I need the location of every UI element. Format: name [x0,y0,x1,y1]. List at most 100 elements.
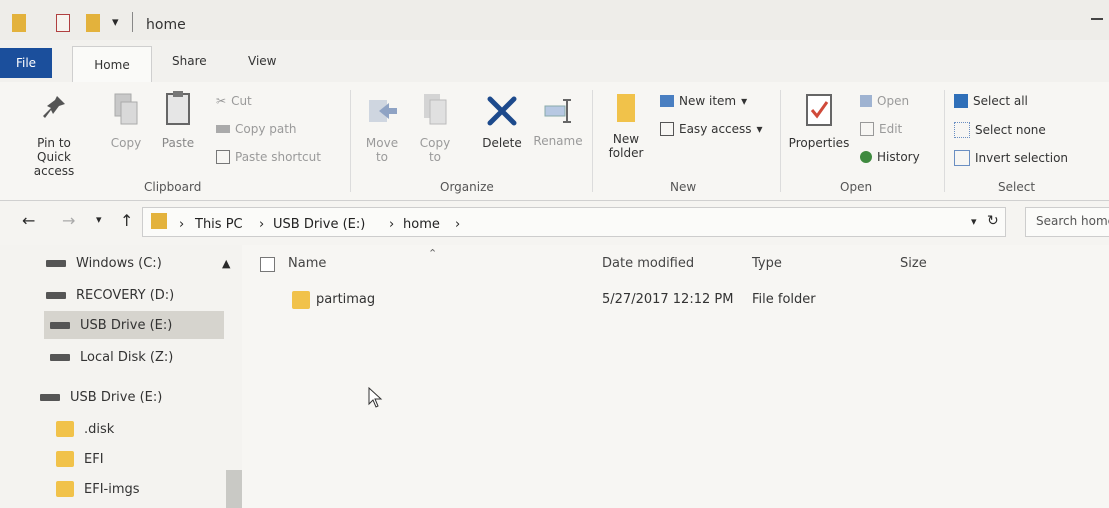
ribbon-separator [780,90,781,192]
file-type: File folder [752,292,816,307]
chevron-down-icon: ▾ [756,122,763,136]
history-icon [860,151,872,163]
nav-scroll-up-icon[interactable]: ▲ [222,257,230,270]
address-bar-area: ← → ▾ ↑ › This PC › USB Drive (E:) › hom… [0,201,1109,245]
history-button[interactable]: History [860,150,920,164]
quick-access-dropdown-icon[interactable]: ▾ [112,15,119,30]
window-title: home [146,17,186,33]
refresh-icon[interactable]: ↻ [987,213,999,229]
ribbon-separator [944,90,945,192]
edit-button[interactable]: Edit [860,122,902,136]
mouse-cursor-icon [368,387,383,408]
recent-locations-icon[interactable]: ▾ [96,213,102,226]
scissors-icon: ✂ [216,94,227,108]
nav-item-efi-imgs[interactable]: EFI-imgs [56,475,140,503]
file-list: ⌃ Name Date modified Type Size partimag … [242,245,1109,508]
column-header-size[interactable]: Size [900,256,927,271]
move-to-button[interactable]: Move to [358,94,406,164]
open-button[interactable]: Open [860,94,909,108]
file-name[interactable]: partimag [316,292,375,307]
minimize-button[interactable] [1091,18,1103,20]
navigation-pane: Windows (C:) ▲ RECOVERY (D:) USB Drive (… [0,245,242,508]
table-row[interactable]: partimag 5/27/2017 12:12 PM File folder [242,289,1102,313]
up-arrow-icon[interactable]: ↑ [120,211,133,230]
breadcrumb-usb-drive[interactable]: USB Drive (E:) [273,217,365,232]
tab-view[interactable]: View [248,54,276,68]
nav-item-usb-drive-e-root[interactable]: USB Drive (E:) [40,383,162,411]
pin-to-quick-access-button[interactable]: Pin to Quick access [6,92,102,178]
nav-item-local-disk-z[interactable]: Local Disk (Z:) [50,343,173,371]
paste-shortcut-button[interactable]: Paste shortcut [216,150,321,164]
address-bar[interactable]: › This PC › USB Drive (E:) › home › ▾ ↻ [142,207,1006,237]
pin-icon [43,96,65,118]
nav-item-efi[interactable]: EFI [56,445,104,473]
nav-item-usb-drive-e[interactable]: USB Drive (E:) [44,311,224,339]
select-none-icon [954,122,970,138]
drive-icon [50,321,70,329]
breadcrumb-this-pc[interactable]: This PC [195,217,243,232]
copy-to-button[interactable]: Copy to [412,92,458,164]
cut-button[interactable]: ✂ Cut [216,94,252,108]
move-arrow-icon [369,100,397,122]
folder-icon [151,213,167,229]
ribbon-tabs: File Home Share View [0,40,1109,83]
search-input[interactable]: Search home [1036,214,1109,228]
search-box[interactable]: Search home [1025,207,1109,237]
properties-button[interactable]: Properties [786,92,852,150]
select-all-icon [954,94,968,108]
address-dropdown-icon[interactable]: ▾ [971,215,977,228]
new-folder-button[interactable]: New folder [598,90,654,160]
breadcrumb-separator-icon[interactable]: › [259,217,264,232]
copy-button[interactable]: Copy [106,92,146,150]
new-folder-icon [617,94,635,122]
select-all-button[interactable]: Select all [954,94,1028,108]
ribbon-separator [592,90,593,192]
select-none-button[interactable]: Select none [954,122,1046,138]
drive-icon [46,291,66,299]
tab-share[interactable]: Share [172,54,207,68]
copy-path-icon [216,125,230,133]
nav-item-disk-folder[interactable]: .disk [56,415,114,443]
new-folder-quick-icon[interactable] [86,14,100,32]
properties-quick-icon[interactable] [56,14,70,32]
group-select: Select [998,180,1036,194]
column-header-name[interactable]: Name [288,256,326,271]
new-item-button[interactable]: New item ▾ [660,94,747,108]
folder-icon [292,291,310,309]
tab-home[interactable]: Home [72,46,152,83]
breadcrumb-separator-icon[interactable]: › [179,217,184,232]
paste-shortcut-icon [216,150,230,164]
easy-access-icon [660,122,674,136]
drive-icon [40,393,60,401]
drive-icon [50,353,70,361]
nav-scrollbar-thumb[interactable] [226,470,242,508]
delete-button[interactable]: Delete [474,94,530,150]
group-organize: Organize [440,180,494,194]
ribbon: Pin to Quick access Copy Paste ✂ Cut Copy… [0,82,1109,201]
column-header-date-modified[interactable]: Date modified [602,256,694,271]
file-date-modified: 5/27/2017 12:12 PM [602,292,734,307]
clipboard-icon [166,91,190,125]
nav-item-recovery-d[interactable]: RECOVERY (D:) [46,281,174,309]
back-arrow-icon[interactable]: ← [22,211,35,230]
chevron-down-icon: ▾ [741,94,748,108]
rename-button[interactable]: Rename [530,96,586,148]
properties-icon [806,94,832,126]
paste-button[interactable]: Paste [156,90,200,150]
copy-path-button[interactable]: Copy path [216,122,297,136]
group-open: Open [840,180,873,194]
select-all-checkbox[interactable] [260,257,275,272]
column-header-type[interactable]: Type [752,256,782,271]
tab-file[interactable]: File [0,48,52,78]
invert-selection-button[interactable]: Invert selection [954,150,1068,166]
title-divider [132,12,133,32]
group-new: New [670,180,697,194]
breadcrumb-separator-icon[interactable]: › [389,217,394,232]
easy-access-button[interactable]: Easy access ▾ [660,122,763,136]
forward-arrow-icon[interactable]: → [62,211,75,230]
nav-item-windows-c[interactable]: Windows (C:) [46,249,162,277]
open-icon [860,95,872,107]
breadcrumb-home[interactable]: home [403,217,440,232]
breadcrumb-separator-icon[interactable]: › [455,217,460,232]
ribbon-separator [350,90,351,192]
